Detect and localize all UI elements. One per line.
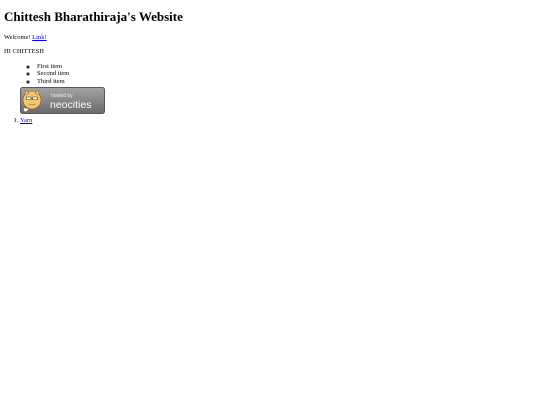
ordered-list: Yarn (4, 117, 536, 125)
outer-list-item: First item Second item Third item (20, 63, 536, 86)
outer-list-item-badge: hosted by neocities (20, 87, 536, 115)
yarn-link[interactable]: Yarn (20, 117, 32, 124)
greeting-text: HI CHITTESH (4, 48, 44, 56)
welcome-paragraph: Welcome! Link! (4, 34, 536, 41)
list-item-third: Third item (37, 78, 536, 86)
badge-line2: neocities (50, 99, 91, 111)
outer-list: First item Second item Third item (4, 63, 536, 115)
list-item-first: First item (37, 63, 536, 71)
page-title: Chittesh Bharathiraja's Website (4, 9, 183, 24)
welcome-text: Welcome! (4, 33, 33, 41)
neocities-badge[interactable]: hosted by neocities (20, 87, 105, 115)
welcome-link[interactable]: Link! (32, 34, 46, 41)
ordered-list-item: Yarn (20, 117, 536, 125)
item-list: First item Second item Third item (20, 63, 536, 86)
list-item-second: Second item (37, 70, 536, 78)
page: Chittesh Bharathiraja's Website Welcome!… (0, 0, 540, 125)
